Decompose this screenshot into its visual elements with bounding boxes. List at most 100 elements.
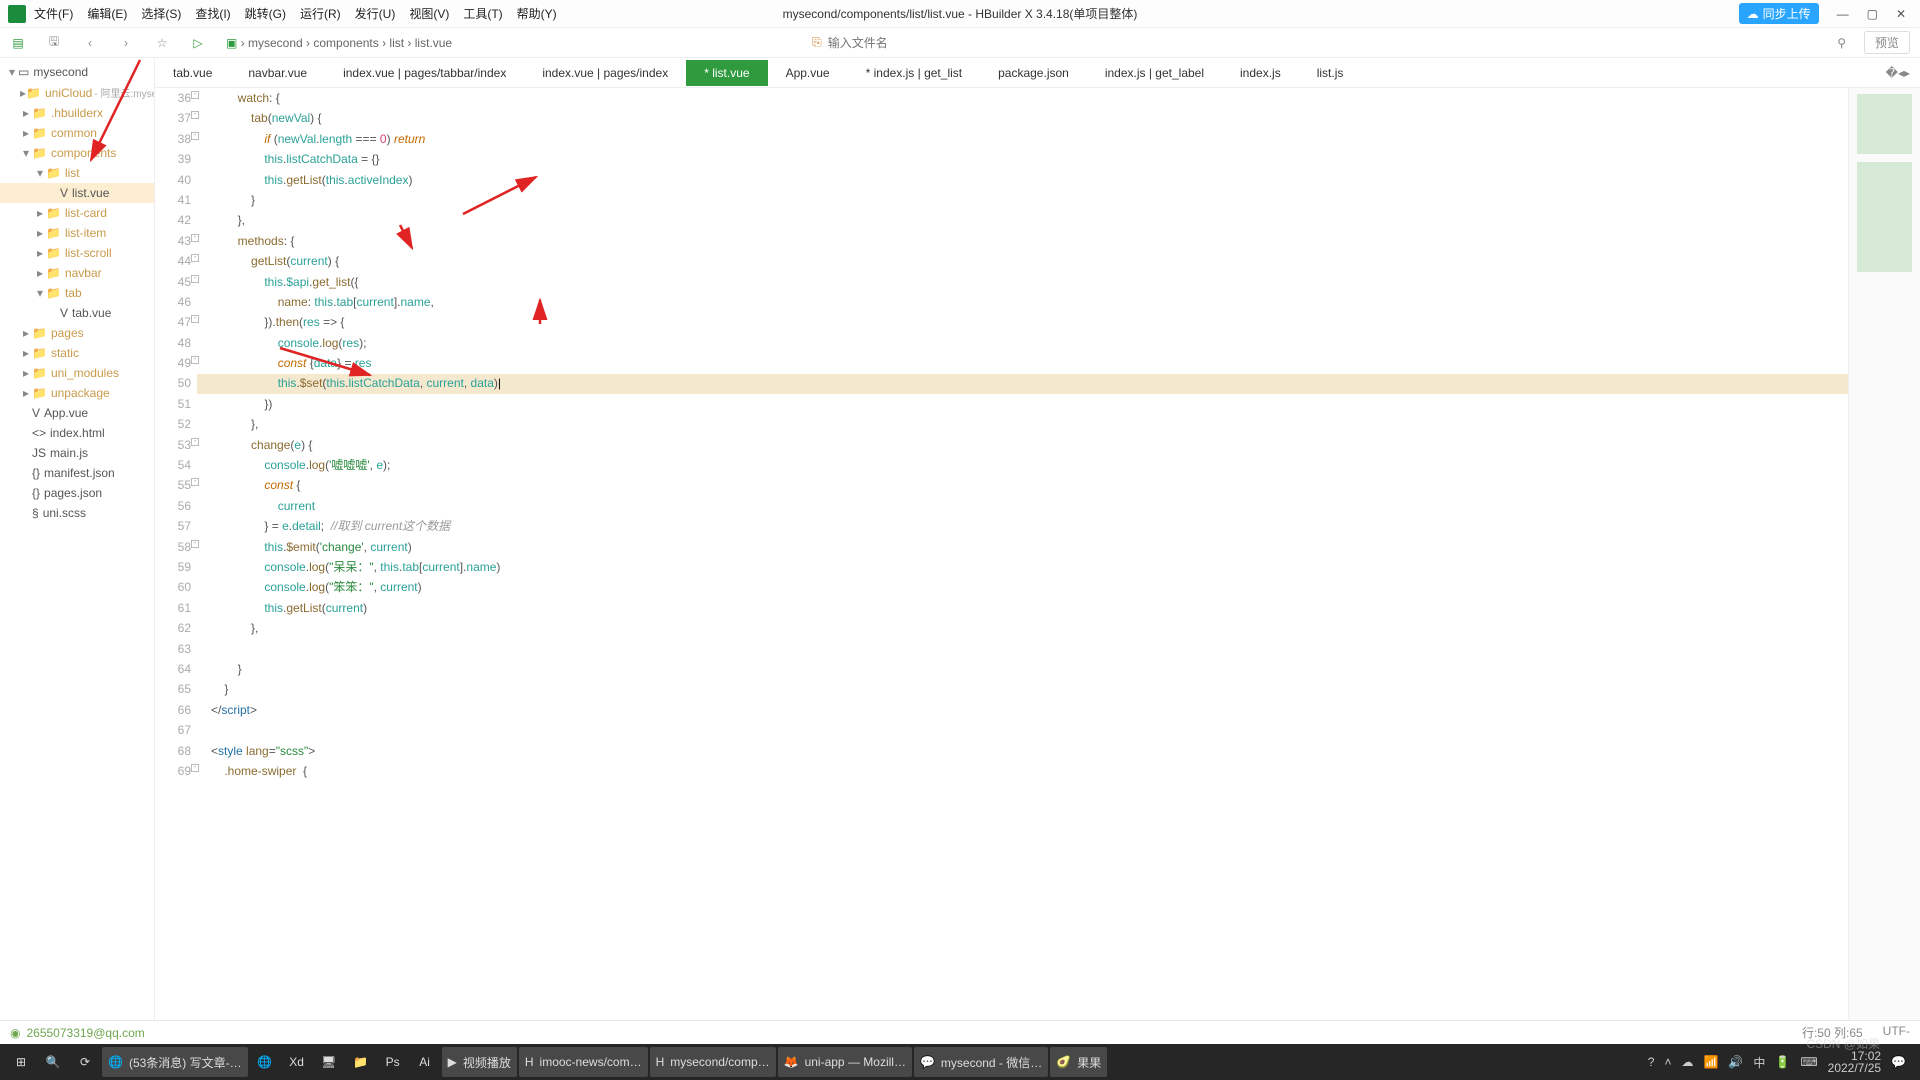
toolbar: ▤ 🖫 ‹ › ☆ ▷ ▣ › mysecond › components › … — [0, 28, 1920, 58]
editor-tab[interactable]: package.json — [980, 60, 1087, 86]
preview-button[interactable]: 预览 — [1864, 31, 1910, 54]
new-file-icon[interactable]: ▤ — [10, 36, 26, 50]
minimap[interactable] — [1848, 88, 1920, 1032]
tree-node[interactable]: ▸📁uni_modules — [0, 363, 154, 383]
taskbar-item[interactable]: 💬mysecond - 微信… — [914, 1047, 1048, 1077]
cloud-sync-button[interactable]: ☁同步上传 — [1739, 3, 1819, 24]
editor-tab[interactable]: index.vue | pages/index — [524, 60, 686, 86]
nav-back-icon[interactable]: ‹ — [82, 36, 98, 50]
tree-node[interactable]: ▸📁uniCloud- 阿里云:myse — [0, 82, 154, 103]
tray-cloud-icon[interactable]: ☁ — [1681, 1055, 1693, 1069]
code[interactable]: watch: { tab(newVal) { if (newVal.length… — [197, 88, 1848, 1032]
tree-node[interactable]: Vtab.vue — [0, 303, 154, 323]
taskbar-item[interactable]: 🌐 — [250, 1047, 280, 1077]
tree-node[interactable]: {}pages.json — [0, 483, 154, 503]
code-area[interactable]: 36-37-38-3940414243-44-45-4647-4849-5051… — [155, 88, 1920, 1032]
app-logo-icon — [8, 5, 26, 23]
menu-item[interactable]: 跳转(G) — [245, 5, 286, 22]
menu-item[interactable]: 工具(T) — [463, 5, 502, 22]
taskbar-item[interactable]: 🦊uni-app — Mozill… — [778, 1047, 912, 1077]
file-search[interactable]: ⎘ — [812, 35, 1028, 50]
taskbar-item[interactable]: Himooc-news/com… — [519, 1047, 648, 1077]
tree-node[interactable]: ▾📁components — [0, 143, 154, 163]
tree-node[interactable]: ▸📁navbar — [0, 263, 154, 283]
menu-item[interactable]: 运行(R) — [300, 5, 341, 22]
clock[interactable]: 17:02 2022/7/25 — [1828, 1050, 1881, 1074]
tray-help-icon[interactable]: ? — [1648, 1055, 1655, 1069]
system-tray[interactable]: ? ˄ ☁ 📶 🔊 中 🔋 ⌨ 17:02 2022/7/25 💬 — [1648, 1050, 1914, 1074]
tray-wifi-icon[interactable]: 📶 — [1703, 1055, 1718, 1069]
menu-item[interactable]: 文件(F) — [34, 5, 73, 22]
tray-chevron-up-icon[interactable]: ˄ — [1664, 1055, 1671, 1069]
tree-node[interactable]: §uni.scss — [0, 503, 154, 523]
tree-node[interactable]: ▸📁static — [0, 343, 154, 363]
menu-item[interactable]: 视图(V) — [409, 5, 449, 22]
tree-node[interactable]: <>index.html — [0, 423, 154, 443]
breadcrumb[interactable]: ▣ › mysecond › components › list › list.… — [226, 36, 452, 50]
sidebar: ▾▭mysecond▸📁uniCloud- 阿里云:myse▸📁.hbuilde… — [0, 58, 155, 1032]
tree-node[interactable]: ▸📁list-card — [0, 203, 154, 223]
taskbar-item[interactable]: 🥑果果 — [1050, 1047, 1107, 1077]
taskbar-item[interactable]: ⊞ — [6, 1047, 36, 1077]
editor-tab[interactable]: navbar.vue — [230, 60, 325, 86]
nav-forward-icon[interactable]: › — [118, 36, 134, 50]
search-input[interactable] — [828, 36, 1028, 50]
tree-node[interactable]: {}manifest.json — [0, 463, 154, 483]
taskbar-item[interactable]: Xd — [282, 1047, 312, 1077]
taskbar-item[interactable]: Ps — [378, 1047, 408, 1077]
user-email: 2655073319@qq.com — [26, 1026, 144, 1040]
taskbar-item[interactable]: Hmysecond/comp… — [650, 1047, 776, 1077]
tree-node[interactable]: ▸📁.hbuilderx — [0, 103, 154, 123]
main-area: ▾▭mysecond▸📁uniCloud- 阿里云:myse▸📁.hbuilde… — [0, 58, 1920, 1032]
menu-item[interactable]: 帮助(Y) — [517, 5, 557, 22]
menu-bar: 文件(F) 编辑(E) 选择(S) 查找(I) 跳转(G) 运行(R) 发行(U) 视图(V)… — [34, 5, 557, 22]
cloud-icon: ☁ — [1747, 7, 1759, 21]
star-icon[interactable]: ☆ — [154, 36, 170, 50]
tray-volume-icon[interactable]: 🔊 — [1728, 1055, 1743, 1069]
notification-icon[interactable]: 💬 — [1891, 1055, 1906, 1069]
maximize-icon[interactable]: ▢ — [1867, 7, 1878, 21]
editor-tab[interactable]: * list.vue — [686, 60, 767, 86]
minimize-icon[interactable]: — — [1837, 7, 1849, 21]
editor-tab[interactable]: index.vue | pages/tabbar/index — [325, 60, 524, 86]
menu-item[interactable]: 编辑(E) — [87, 5, 127, 22]
menu-item[interactable]: 选择(S) — [141, 5, 181, 22]
editor-tab[interactable]: * index.js | get_list — [848, 60, 981, 86]
tabs-overflow-icon[interactable]: �◂▸ — [1876, 66, 1920, 80]
tray-ime-icon[interactable]: 中 — [1753, 1054, 1765, 1071]
save-icon[interactable]: 🖫 — [46, 32, 62, 53]
tree-node[interactable]: VApp.vue — [0, 403, 154, 423]
tray-keyboard-icon[interactable]: ⌨ — [1800, 1055, 1817, 1069]
tree-node[interactable]: JSmain.js — [0, 443, 154, 463]
taskbar-item[interactable]: 🌐(53条消息) 写文章-… — [102, 1047, 248, 1077]
taskbar-item[interactable]: 🖥 — [314, 1047, 344, 1077]
taskbar-item[interactable]: ⟳ — [70, 1047, 100, 1077]
close-icon[interactable]: ✕ — [1896, 7, 1906, 21]
taskbar-item[interactable]: ▶视频播放 — [442, 1047, 517, 1077]
tree-node[interactable]: Vlist.vue — [0, 183, 154, 203]
window-title: mysecond/components/list/list.vue - HBui… — [783, 5, 1138, 22]
filter-icon[interactable]: ⚲ — [1837, 36, 1846, 50]
taskbar-item[interactable]: Ai — [410, 1047, 440, 1077]
menu-item[interactable]: 发行(U) — [355, 5, 396, 22]
editor-tab[interactable]: App.vue — [768, 60, 848, 86]
tree-node[interactable]: ▸📁list-scroll — [0, 243, 154, 263]
menu-item[interactable]: 查找(I) — [195, 5, 230, 22]
tree-node[interactable]: ▸📁unpackage — [0, 383, 154, 403]
tree-node[interactable]: ▸📁common — [0, 123, 154, 143]
editor-tab[interactable]: index.js | get_label — [1087, 60, 1222, 86]
editor-tab[interactable]: index.js — [1222, 60, 1299, 86]
tree-node[interactable]: ▸📁pages — [0, 323, 154, 343]
taskbar-item[interactable]: 🔍 — [38, 1047, 68, 1077]
taskbar-item[interactable]: 📁 — [346, 1047, 376, 1077]
tree-node[interactable]: ▸📁list-item — [0, 223, 154, 243]
run-icon[interactable]: ▷ — [190, 36, 206, 50]
editor-tab[interactable]: list.js — [1299, 60, 1362, 86]
tree-node[interactable]: ▾▭mysecond — [0, 62, 154, 82]
tree-node[interactable]: ▾📁tab — [0, 283, 154, 303]
windows-taskbar: ⊞🔍⟳🌐(53条消息) 写文章-…🌐Xd🖥📁PsAi▶视频播放Himooc-ne… — [0, 1044, 1920, 1080]
tray-battery-icon[interactable]: 🔋 — [1775, 1055, 1790, 1069]
editor-tab[interactable]: tab.vue — [155, 60, 230, 86]
tree-node[interactable]: ▾📁list — [0, 163, 154, 183]
statusbar: ◉ 2655073319@qq.com 行:50 列:65 UTF- — [0, 1020, 1920, 1044]
